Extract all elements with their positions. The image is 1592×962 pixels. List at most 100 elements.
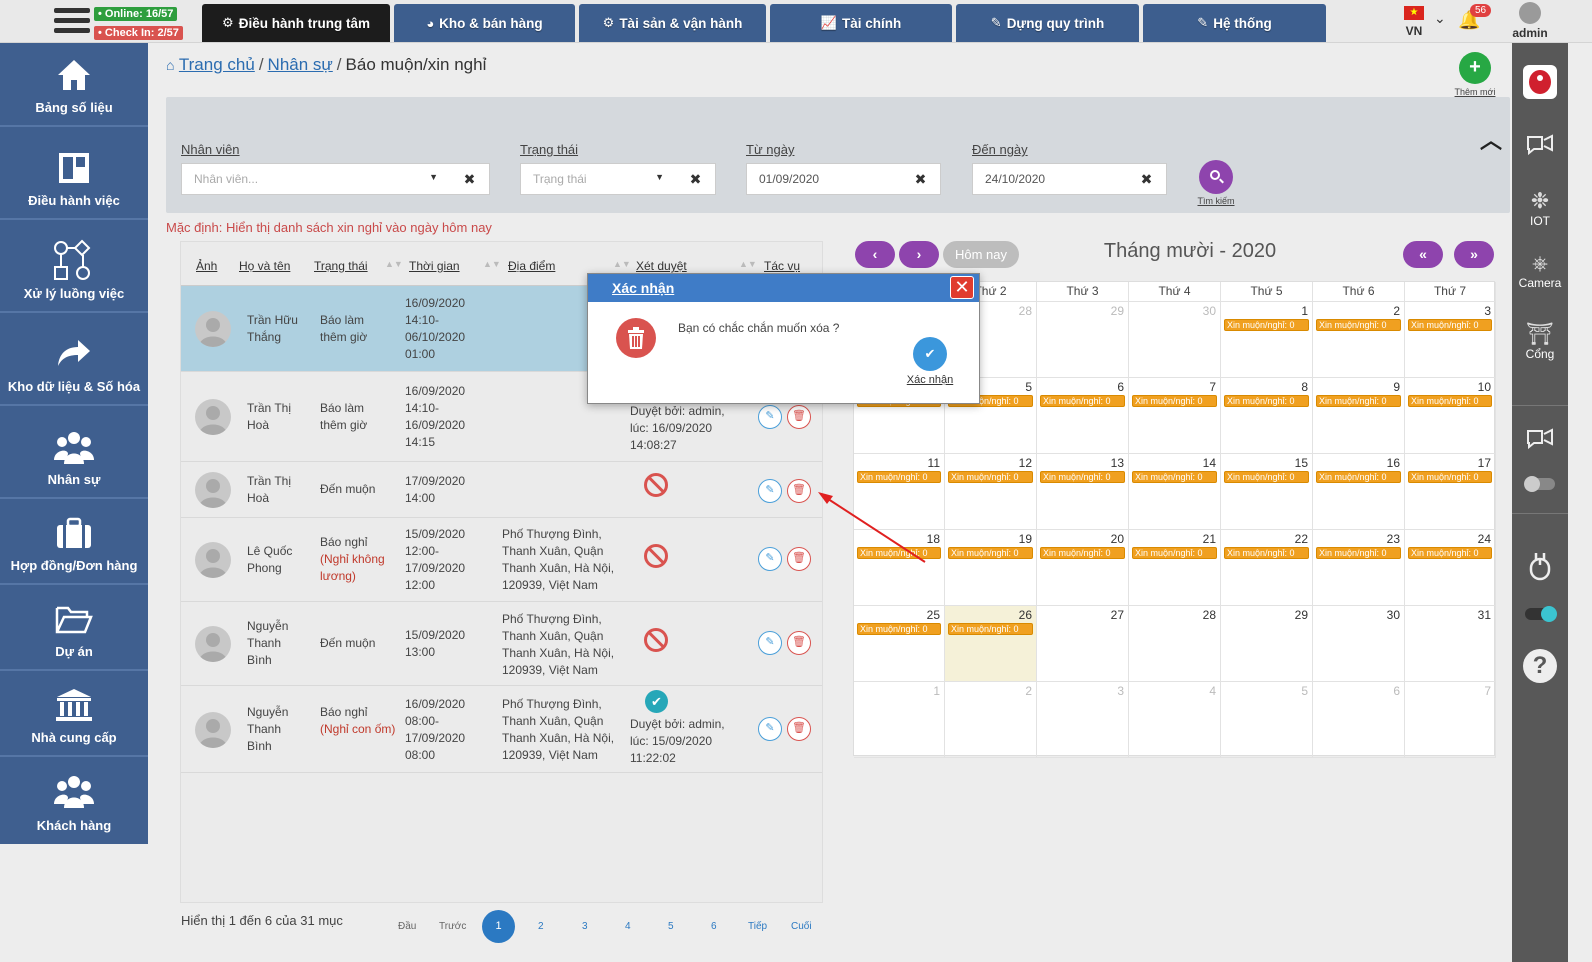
calendar-day[interactable]: 28 — [1129, 606, 1221, 682]
add-new-button[interactable]: + Thêm mới — [1452, 52, 1498, 97]
sidebar-item-workflow[interactable]: Xử lý luồng việc — [0, 229, 148, 313]
calendar-day[interactable]: 25 Xin muộn/nghỉ: 0 — [854, 606, 945, 682]
help-icon[interactable]: ? — [1512, 649, 1568, 683]
sidebar-item-projects[interactable]: Dự án — [0, 587, 148, 671]
calendar-day[interactable]: 22 Xin muộn/nghỉ: 0 — [1221, 530, 1313, 606]
calendar-event[interactable]: Xin muộn/nghỉ: 0 — [1316, 319, 1401, 331]
calendar-event[interactable]: Xin muộn/nghỉ: 0 — [1224, 547, 1309, 559]
sort-icon[interactable]: ▲▼ — [483, 259, 501, 269]
nav-tab-assets[interactable]: ⚙ Tài sản & vận hành — [579, 4, 766, 42]
toggle-switch-on[interactable] — [1512, 606, 1568, 622]
calendar-day[interactable]: 26 Xin muộn/nghỉ: 0 — [945, 606, 1037, 682]
table-row[interactable]: Nguyễn Thanh Bình Báo nghỉ (Nghỉ con ốm) … — [181, 687, 822, 773]
user-menu[interactable]: admin — [1508, 2, 1552, 40]
iot-button[interactable]: ❉ IOT — [1512, 188, 1568, 228]
app-logo-icon[interactable] — [1512, 65, 1568, 99]
collapse-chevron-icon[interactable]: ︿ — [1480, 123, 1502, 155]
calendar-event[interactable]: Xin muộn/nghỉ: 0 — [1132, 395, 1217, 407]
calendar-day[interactable]: 27 — [1037, 606, 1129, 682]
calendar-day[interactable]: 29 — [1221, 606, 1313, 682]
hamburger-menu-icon[interactable] — [54, 8, 90, 38]
clear-to-date-button[interactable]: ✖ — [1127, 163, 1167, 195]
calendar-event[interactable]: Xin muộn/nghỉ: 0 — [1040, 547, 1125, 559]
sidebar-item-hr[interactable]: Nhân sự — [0, 415, 148, 499]
calendar-day[interactable]: 8 Xin muộn/nghỉ: 0 — [1221, 378, 1313, 454]
gate-button[interactable]: ⛩ Cổng — [1512, 321, 1568, 361]
edit-button[interactable]: ✎ — [758, 547, 782, 571]
calendar-prev-year-button[interactable]: « — [1403, 241, 1443, 268]
chevron-down-icon[interactable]: ⌄ — [1434, 10, 1446, 27]
calendar-day[interactable]: 15 Xin muộn/nghỉ: 0 — [1221, 454, 1313, 530]
calendar-next-button[interactable]: › — [899, 241, 939, 268]
nav-tab-dashboard[interactable]: ⚙ Điều hành trung tâm — [202, 4, 390, 42]
calendar-day[interactable]: 13 Xin muộn/nghỉ: 0 — [1037, 454, 1129, 530]
col-header-time[interactable]: Thời gian — [409, 259, 460, 273]
calendar-day[interactable]: 3 — [1037, 682, 1129, 758]
calendar-day[interactable]: 6 — [1313, 682, 1405, 758]
calendar-day[interactable]: 30 — [1313, 606, 1405, 682]
calendar-event[interactable]: Xin muộn/nghỉ: 0 — [1408, 471, 1492, 483]
calendar-event[interactable]: Xin muộn/nghỉ: 0 — [1316, 547, 1401, 559]
calendar-day[interactable]: 18 Xin muộn/nghỉ: 0 — [854, 530, 945, 606]
col-header-photo[interactable]: Ảnh — [196, 259, 217, 273]
delete-button[interactable]: 🗑 — [787, 717, 811, 741]
calendar-day[interactable]: 20 Xin muộn/nghỉ: 0 — [1037, 530, 1129, 606]
video-chat-icon[interactable] — [1512, 427, 1568, 454]
calendar-event[interactable]: Xin muộn/nghỉ: 0 — [1408, 395, 1492, 407]
calendar-day[interactable]: 30 — [1129, 302, 1221, 378]
sidebar-item-dashboard[interactable]: Bảng số liệu — [0, 43, 148, 127]
edit-button[interactable]: ✎ — [758, 631, 782, 655]
edit-button[interactable]: ✎ — [758, 405, 782, 429]
calendar-day[interactable]: 11 Xin muộn/nghỉ: 0 — [854, 454, 945, 530]
nav-tab-system[interactable]: ✎ Hệ thống — [1143, 4, 1326, 42]
calendar-event[interactable]: Xin muộn/nghỉ: 0 — [1408, 319, 1492, 331]
video-chat-icon[interactable] — [1512, 133, 1568, 160]
calendar-day[interactable]: 14 Xin muộn/nghỉ: 0 — [1129, 454, 1221, 530]
calendar-day[interactable]: 23 Xin muộn/nghỉ: 0 — [1313, 530, 1405, 606]
clear-from-date-button[interactable]: ✖ — [901, 163, 941, 195]
sidebar-item-work[interactable]: Điều hành việc — [0, 136, 148, 220]
edit-button[interactable]: ✎ — [758, 717, 782, 741]
calendar-day[interactable]: 24 Xin muộn/nghỉ: 0 — [1405, 530, 1496, 606]
delete-button[interactable]: 🗑 — [787, 547, 811, 571]
calendar-day[interactable]: 4 — [1129, 682, 1221, 758]
calendar-day[interactable]: 9 Xin muộn/nghỉ: 0 — [1313, 378, 1405, 454]
calendar-day[interactable]: 2 Xin muộn/nghỉ: 0 — [1313, 302, 1405, 378]
calendar-event[interactable]: Xin muộn/nghỉ: 0 — [948, 547, 1033, 559]
calendar-day[interactable]: 12 Xin muộn/nghỉ: 0 — [945, 454, 1037, 530]
calendar-prev-button[interactable]: ‹ — [855, 241, 895, 268]
home-icon[interactable]: ⌂ — [166, 57, 174, 73]
calendar-day[interactable]: 2 — [945, 682, 1037, 758]
edit-button[interactable]: ✎ — [758, 479, 782, 503]
calendar-day[interactable]: 10 Xin muộn/nghỉ: 0 — [1405, 378, 1496, 454]
clear-employee-button[interactable]: ✖ — [450, 163, 490, 195]
sort-icon[interactable]: ▲▼ — [385, 259, 403, 269]
sidebar-item-customers[interactable]: Khách hàng — [0, 759, 148, 843]
calendar-event[interactable]: Xin muộn/nghỉ: 0 — [1040, 395, 1125, 407]
nav-tab-workflow[interactable]: ✎ Dựng quy trình — [956, 4, 1139, 42]
confirm-button[interactable]: ✔ Xác nhận — [900, 337, 960, 386]
calendar-event[interactable]: Xin muộn/nghỉ: 0 — [1224, 395, 1309, 407]
calendar-day[interactable]: 1 — [854, 682, 945, 758]
nav-tab-inventory[interactable]: ◕ Kho & bán hàng — [394, 4, 575, 42]
page-last[interactable]: Cuối — [791, 921, 812, 932]
status-select[interactable]: Trạng thái ▼ — [520, 163, 677, 195]
page-button[interactable]: 4 — [625, 921, 631, 932]
calendar-event[interactable]: Xin muộn/nghỉ: 0 — [857, 547, 941, 559]
calendar-day[interactable]: 19 Xin muộn/nghỉ: 0 — [945, 530, 1037, 606]
calendar-day[interactable]: 3 Xin muộn/nghỉ: 0 — [1405, 302, 1496, 378]
clear-status-button[interactable]: ✖ — [676, 163, 716, 195]
calendar-event[interactable]: Xin muộn/nghỉ: 0 — [948, 471, 1033, 483]
table-row[interactable]: Nguyễn Thanh Bình Đến muộn 15/09/2020 13… — [181, 603, 822, 686]
calendar-today-button[interactable]: Hôm nay — [943, 241, 1019, 268]
calendar-day[interactable]: 6 Xin muộn/nghỉ: 0 — [1037, 378, 1129, 454]
calendar-event[interactable]: Xin muộn/nghỉ: 0 — [1316, 395, 1401, 407]
sidebar-item-suppliers[interactable]: Nhà cung cấp — [0, 673, 148, 757]
sidebar-item-data[interactable]: Kho dữ liệu & Số hóa — [0, 322, 148, 406]
sort-icon[interactable]: ▲▼ — [613, 259, 631, 269]
calendar-event[interactable]: Xin muộn/nghỉ: 0 — [857, 623, 941, 635]
delete-button[interactable]: 🗑 — [787, 631, 811, 655]
page-button[interactable]: 2 — [538, 921, 544, 932]
page-first[interactable]: Đầu — [398, 921, 416, 932]
page-button-active[interactable]: 1 — [482, 910, 515, 943]
